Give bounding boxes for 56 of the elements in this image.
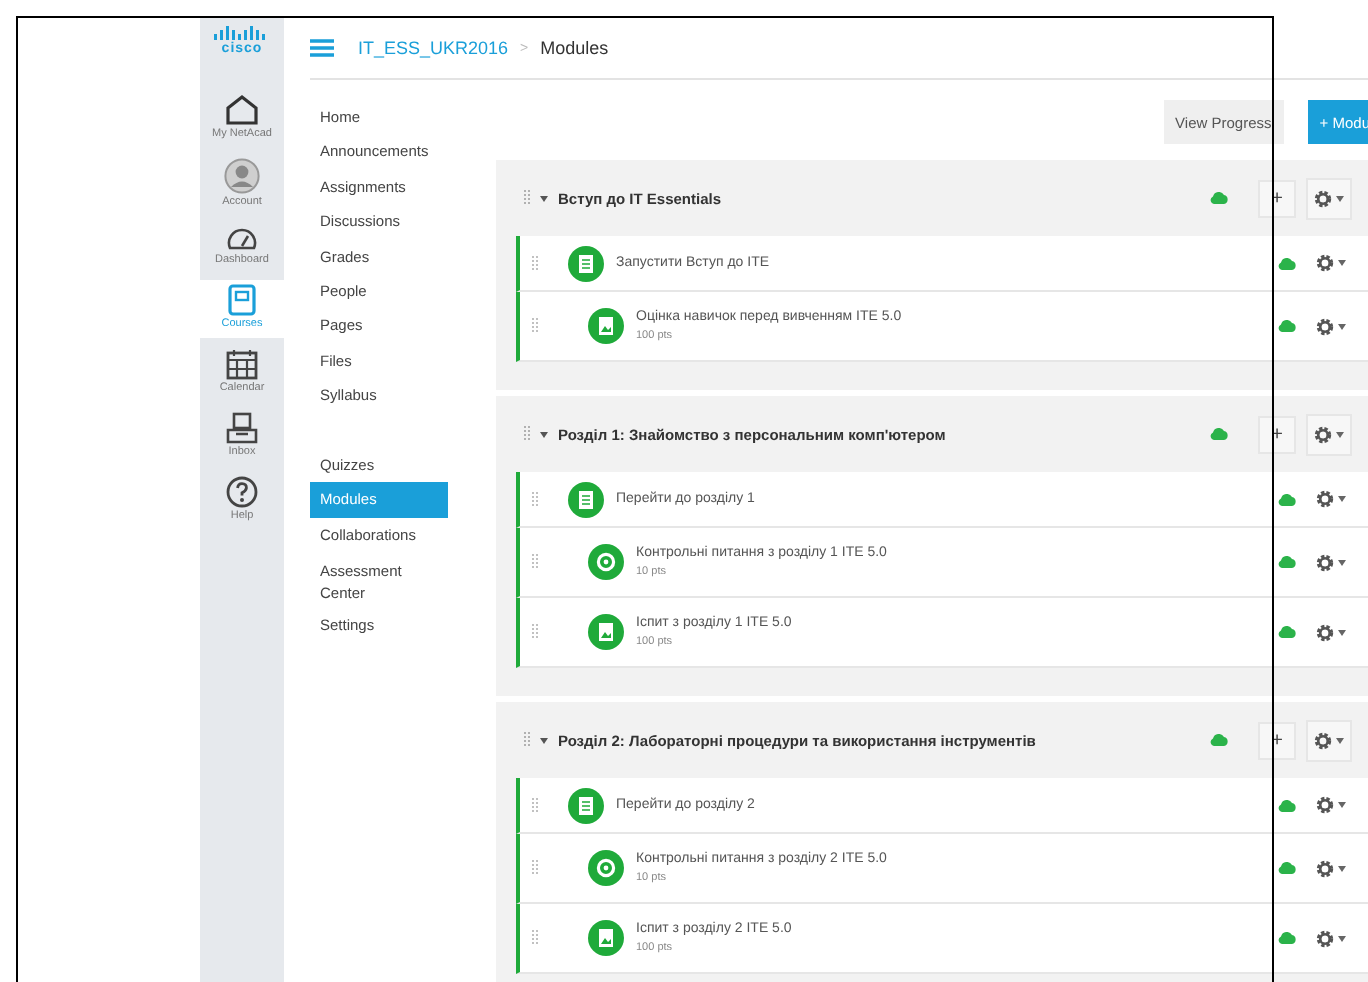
caret-icon (1338, 323, 1346, 329)
house-icon (224, 94, 260, 126)
drag-handle-icon (532, 797, 538, 813)
settings-button[interactable] (1306, 719, 1352, 761)
drag-handle-icon (524, 732, 530, 748)
caret-icon (1336, 431, 1344, 437)
target-icon (588, 850, 624, 886)
notebook-icon (228, 284, 256, 316)
collapse-caret-icon (540, 431, 548, 437)
settings-icon (1314, 425, 1332, 443)
settings-icon (1316, 254, 1334, 272)
caret-icon (1336, 737, 1344, 743)
caret-icon (1338, 865, 1346, 871)
settings-icon (1316, 859, 1334, 877)
drag-handle-icon (524, 426, 530, 442)
breadcrumb-current: Modules (540, 38, 609, 58)
assignment-icon (588, 308, 624, 344)
help-icon (226, 476, 258, 508)
gauge-icon (226, 226, 258, 252)
caret-icon (1338, 629, 1346, 635)
drag-handle-icon (532, 491, 538, 507)
page-icon (568, 787, 604, 823)
caret-icon (1338, 559, 1346, 565)
caret-icon (1338, 935, 1346, 941)
drag-handle-icon (524, 190, 530, 206)
drag-handle-icon (532, 318, 538, 334)
settings-icon (1314, 189, 1332, 207)
settings-icon (1314, 731, 1332, 749)
inbox-icon (226, 412, 258, 444)
caret-icon (1338, 260, 1346, 266)
page-icon (568, 245, 604, 281)
drag-handle-icon (532, 930, 538, 946)
target-icon (588, 544, 624, 580)
collapse-caret-icon (540, 737, 548, 743)
settings-icon (1316, 929, 1334, 947)
page-icon (568, 481, 604, 517)
settings-icon (1316, 796, 1334, 814)
assignment-icon (588, 920, 624, 956)
caret-icon (1338, 802, 1346, 808)
settings-icon (1316, 317, 1334, 335)
drag-handle-icon (532, 554, 538, 570)
settings-button[interactable] (1306, 177, 1352, 219)
collapse-caret-icon (540, 195, 548, 201)
calendar-icon (226, 348, 258, 380)
assignment-icon (588, 614, 624, 650)
settings-icon (1316, 553, 1334, 571)
avatar-icon (224, 158, 260, 194)
menu-icon (310, 38, 334, 58)
drag-handle-icon (532, 255, 538, 271)
settings-icon (1316, 623, 1334, 641)
settings-icon (1316, 490, 1334, 508)
drag-handle-icon (532, 860, 538, 876)
drag-handle-icon (532, 624, 538, 640)
caret-icon (1338, 496, 1346, 502)
settings-button[interactable] (1306, 413, 1352, 455)
caret-icon (1336, 195, 1344, 201)
